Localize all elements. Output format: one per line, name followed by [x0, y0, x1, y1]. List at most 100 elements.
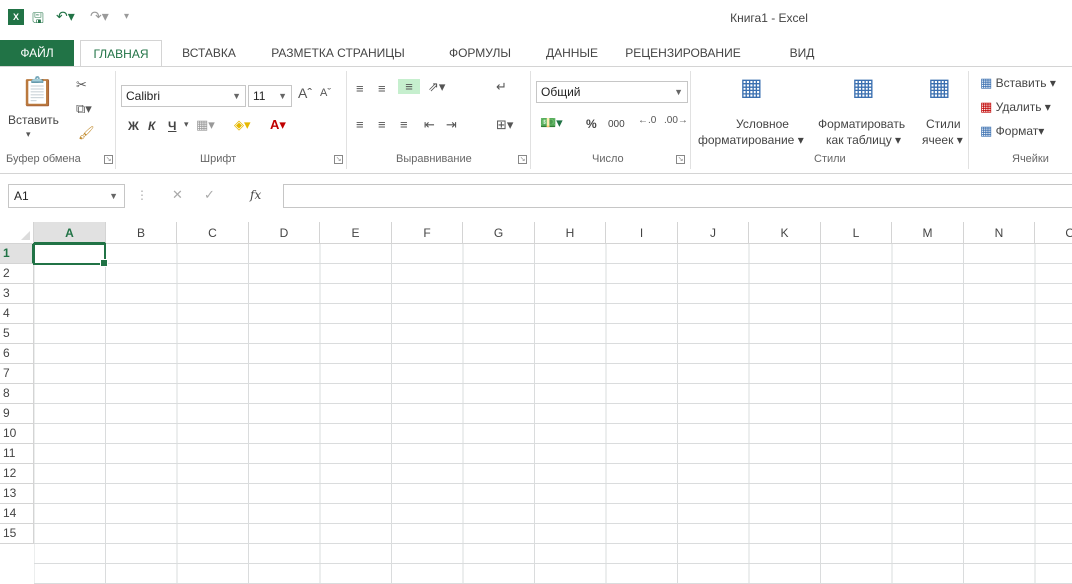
group-divider — [968, 71, 969, 169]
group-divider — [346, 71, 347, 169]
select-all-button[interactable] — [0, 222, 34, 244]
cell-styles-button-line2[interactable]: ячеек ▾ — [922, 133, 963, 147]
row-header[interactable]: 11 — [0, 444, 34, 464]
decrease-indent-icon[interactable]: ⇤ — [424, 117, 435, 133]
increase-decimal-icon[interactable]: ←.0 — [638, 115, 656, 126]
row-header[interactable]: 4 — [0, 304, 34, 324]
merge-center-icon[interactable]: ⊞▾ — [496, 117, 513, 133]
row-header[interactable]: 7 — [0, 364, 34, 384]
enter-icon[interactable]: ✓ — [204, 187, 215, 203]
column-header[interactable]: F — [392, 222, 463, 244]
orientation-icon[interactable]: ⇗▾ — [428, 79, 445, 95]
active-cell-a1[interactable] — [33, 243, 108, 267]
percent-button[interactable]: % — [586, 117, 597, 131]
row-header[interactable]: 12 — [0, 464, 34, 484]
column-header[interactable]: O — [1035, 222, 1072, 244]
column-header[interactable]: K — [749, 222, 821, 244]
row-header[interactable]: 10 — [0, 424, 34, 444]
column-header[interactable]: E — [320, 222, 392, 244]
align-top-icon[interactable]: ≡ — [356, 81, 364, 96]
paste-dropdown-icon[interactable]: ▾ — [26, 129, 31, 140]
row-header[interactable]: 15 — [0, 524, 34, 544]
wrap-text-icon[interactable]: ↵ — [496, 79, 507, 95]
bold-button[interactable]: Ж — [128, 119, 139, 133]
cell-styles-button[interactable]: Стили — [926, 117, 961, 131]
number-format-combo[interactable]: Общий ▼ — [536, 81, 688, 103]
align-center-icon[interactable]: ≡ — [378, 117, 386, 132]
tab-insert[interactable]: ВСТАВКА — [170, 40, 248, 66]
column-header[interactable]: I — [606, 222, 678, 244]
cut-icon[interactable]: ✂ — [76, 77, 87, 93]
column-header[interactable]: M — [892, 222, 964, 244]
column-header[interactable]: D — [249, 222, 320, 244]
underline-dropdown-icon[interactable]: ▾ — [184, 119, 189, 130]
align-right-icon[interactable]: ≡ — [400, 117, 408, 132]
format-as-table-button[interactable]: Форматировать — [818, 117, 905, 131]
tab-home[interactable]: ГЛАВНАЯ — [80, 40, 162, 66]
column-header[interactable]: L — [821, 222, 892, 244]
column-header[interactable]: H — [535, 222, 606, 244]
conditional-formatting-icon[interactable]: ▦ — [740, 73, 763, 102]
format-as-table-button-line2[interactable]: как таблицу ▾ — [826, 133, 901, 147]
conditional-formatting-button[interactable]: Условное — [736, 117, 789, 131]
format-painter-icon[interactable]: 🖌 — [78, 125, 95, 141]
format-cells-button[interactable]: ▦ Формат▾ — [980, 123, 1044, 139]
cell-area[interactable] — [34, 244, 1072, 584]
font-name-combo[interactable]: Calibri ▼ — [121, 85, 246, 107]
row-header[interactable]: 6 — [0, 344, 34, 364]
name-box[interactable]: A1 ▼ — [8, 184, 125, 208]
row-header[interactable]: 13 — [0, 484, 34, 504]
align-bottom-icon[interactable]: ≡ — [398, 79, 420, 94]
underline-button[interactable]: Ч — [168, 119, 176, 133]
tab-formulas[interactable]: ФОРМУЛЫ — [436, 40, 524, 66]
paste-icon[interactable]: 📋 — [20, 75, 55, 108]
number-group-label: Число — [592, 153, 624, 165]
row-header[interactable]: 5 — [0, 324, 34, 344]
paste-button[interactable]: Вставить — [8, 113, 59, 127]
row-header[interactable]: 3 — [0, 284, 34, 304]
tab-review[interactable]: РЕЦЕНЗИРОВАНИЕ — [618, 40, 748, 66]
decrease-decimal-icon[interactable]: .00→ — [664, 115, 688, 126]
row-header[interactable]: 8 — [0, 384, 34, 404]
row-header[interactable]: 14 — [0, 504, 34, 524]
delete-cells-button[interactable]: ▦ Удалить ▾ — [980, 99, 1051, 115]
number-launcher-icon[interactable]: ↘ — [676, 155, 685, 164]
tab-data[interactable]: ДАННЫЕ — [536, 40, 608, 66]
alignment-launcher-icon[interactable]: ↘ — [518, 155, 527, 164]
tab-file[interactable]: ФАЙЛ — [0, 40, 74, 66]
conditional-formatting-button-line2[interactable]: форматирование ▾ — [698, 133, 804, 147]
column-header[interactable]: N — [964, 222, 1035, 244]
cancel-icon[interactable]: ✕ — [172, 187, 183, 203]
grow-font-icon[interactable]: Aˆ — [298, 85, 312, 101]
tab-page-layout[interactable]: РАЗМЕТКА СТРАНИЦЫ — [254, 40, 422, 66]
column-header[interactable]: C — [177, 222, 249, 244]
formula-input[interactable] — [283, 184, 1072, 208]
column-header[interactable]: B — [106, 222, 177, 244]
align-left-icon[interactable]: ≡ — [356, 117, 364, 132]
fill-color-icon[interactable]: ◈▾ — [234, 117, 251, 133]
font-size-combo[interactable]: 11 ▼ — [248, 85, 292, 107]
clipboard-launcher-icon[interactable]: ↘ — [104, 155, 113, 164]
italic-button[interactable]: К — [148, 119, 155, 133]
font-color-icon[interactable]: A▾ — [270, 117, 286, 133]
row-header[interactable]: 1 — [0, 244, 34, 264]
column-header[interactable]: A — [34, 222, 106, 244]
row-header[interactable]: 2 — [0, 264, 34, 284]
borders-icon[interactable]: ▦▾ — [196, 117, 215, 133]
format-as-table-icon[interactable]: ▦ — [852, 73, 875, 102]
delete-cells-icon: ▦ — [980, 99, 993, 114]
font-launcher-icon[interactable]: ↘ — [334, 155, 343, 164]
currency-icon[interactable]: 💵▾ — [540, 115, 563, 131]
column-header[interactable]: J — [678, 222, 749, 244]
shrink-font-icon[interactable]: Aˇ — [320, 87, 331, 99]
insert-cells-button[interactable]: ▦ Вставить ▾ — [980, 75, 1056, 91]
increase-indent-icon[interactable]: ⇥ — [446, 117, 457, 133]
copy-icon[interactable]: ⧉▾ — [76, 101, 92, 117]
cell-styles-icon[interactable]: ▦ — [928, 73, 951, 102]
insert-function-icon[interactable]: fx — [250, 188, 261, 202]
column-header[interactable]: G — [463, 222, 535, 244]
tab-view[interactable]: ВИД — [782, 40, 822, 66]
align-middle-icon[interactable]: ≡ — [378, 81, 386, 96]
row-header[interactable]: 9 — [0, 404, 34, 424]
thousands-button[interactable]: 000 — [608, 119, 625, 130]
